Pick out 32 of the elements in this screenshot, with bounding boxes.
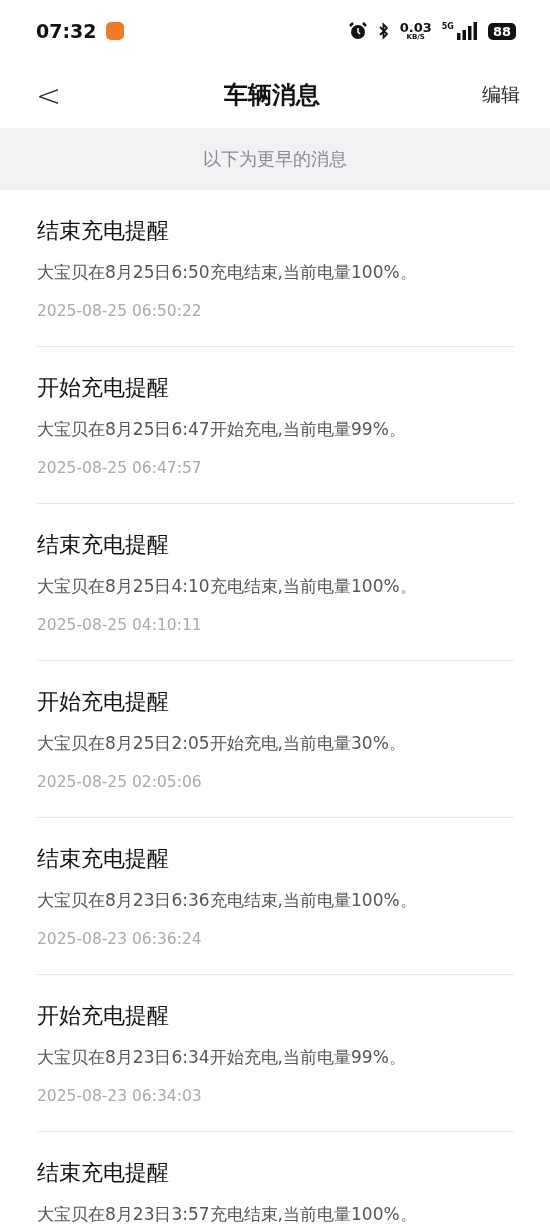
message-title: 结束充电提醒 [37, 217, 170, 245]
network-type: 5G [441, 22, 454, 31]
message-time: 2025-08-23 06:34:03 [37, 1086, 203, 1107]
message-body: 大宝贝在8月25日6:50充电结束,当前电量100%。 [37, 261, 418, 284]
message-title: 开始充电提醒 [37, 374, 170, 402]
edit-button[interactable]: 编辑 [482, 82, 520, 108]
message-time: 2025-08-25 04:10:11 [37, 615, 203, 636]
message-time: 2025-08-25 06:47:57 [37, 458, 203, 479]
earlier-messages-banner: 以下为更早的消息 [0, 128, 550, 190]
status-time: 07:32 [36, 20, 97, 42]
alarm-icon [347, 21, 368, 41]
message-time: 2025-08-23 06:36:24 [37, 929, 203, 950]
message-body: 大宝贝在8月23日3:57充电结束,当前电量100%。 [37, 1203, 418, 1226]
app-notification-icon [106, 22, 125, 40]
message-body: 大宝贝在8月23日6:36充电结束,当前电量100%。 [37, 889, 418, 912]
signal-icon [455, 22, 478, 40]
bluetooth-icon [377, 22, 390, 40]
message-title: 结束充电提醒 [37, 845, 170, 873]
message-body: 大宝贝在8月25日6:47开始充电,当前电量99%。 [37, 418, 407, 441]
message-time: 2025-08-25 02:05:06 [37, 772, 203, 793]
page-title: 车辆消息 [222, 80, 321, 111]
network-speed: 0.03 [399, 21, 432, 34]
message-time: 2025-08-25 06:50:22 [37, 301, 203, 322]
message-body: 大宝贝在8月25日2:05开始充电,当前电量30%。 [37, 732, 407, 755]
message-title: 结束充电提醒 [37, 1159, 170, 1187]
back-button[interactable]: < [36, 77, 62, 113]
message-body: 大宝贝在8月23日6:34开始充电,当前电量99%。 [37, 1046, 407, 1069]
message-body: 大宝贝在8月25日4:10充电结束,当前电量100%。 [37, 575, 418, 598]
message-title: 开始充电提醒 [37, 688, 170, 716]
message-title: 结束充电提醒 [37, 531, 170, 559]
battery-level: 88 [487, 22, 516, 40]
message-title: 开始充电提醒 [37, 1002, 170, 1030]
